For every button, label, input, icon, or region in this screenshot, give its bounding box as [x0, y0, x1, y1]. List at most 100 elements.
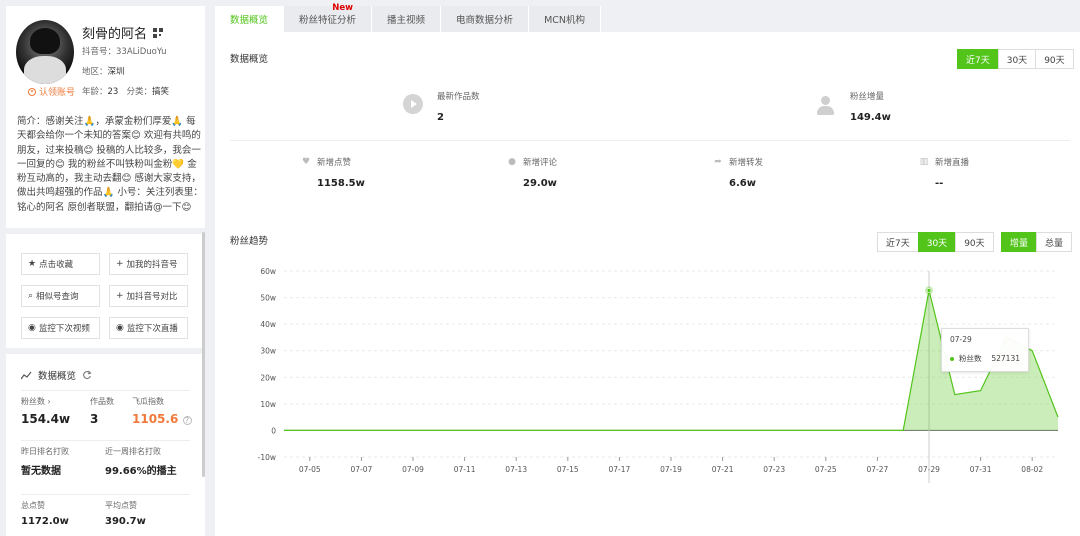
week-rank-value: 99.66%的播主 — [105, 466, 177, 477]
new-live-metric: ▥ 新增直播 -- — [919, 156, 969, 189]
profile-card: 认领账号 刻骨的阿名 抖音号：33ALiDuoYu 地区：深圳 年龄：23 分类… — [6, 6, 205, 106]
favorite-button[interactable]: ★ 点击收藏 — [21, 253, 100, 275]
new-shares-metric: ➦ 新增转发 6.6w — [713, 156, 763, 189]
y-tick-label: 60w — [260, 267, 276, 276]
new-shares-value: 6.6w — [729, 178, 756, 189]
range-90d-button[interactable]: 90天 — [1035, 49, 1074, 69]
fans-trend-chart[interactable]: -10w 0 10w 20w 30w 40w 50w 60w 07-05 07-07 07-09 07… — [215, 258, 1080, 508]
fans-count-value: 154.4w — [21, 412, 71, 426]
verified-label: 认领账号 — [39, 88, 76, 98]
x-tick-label: 07-19 — [660, 465, 682, 474]
series-dot — [950, 356, 954, 361]
new-live-label: 新增直播 — [935, 158, 970, 168]
share-icon: ➦ — [714, 157, 722, 167]
total-button[interactable]: 总量 — [1036, 232, 1073, 252]
trend-range-30d-button[interactable]: 30天 — [917, 232, 957, 252]
total-likes-label: 总点赞 — [21, 501, 45, 510]
overview-range-selector: 近7天 30天 90天 — [957, 49, 1074, 69]
x-tick-label: 07-17 — [609, 465, 631, 474]
star-icon: ★ — [28, 259, 37, 269]
y-tick-label: 0 — [271, 426, 276, 435]
help-icon[interactable]: ? — [182, 416, 192, 425]
sidebar-scrollbar[interactable] — [202, 232, 205, 477]
works-count: 作品数 3 — [90, 396, 114, 426]
total-likes: 总点赞 1172.0w — [21, 500, 69, 527]
add-compare-button[interactable]: + 加抖音号对比 — [109, 285, 188, 307]
tab-label: 播主视频 — [387, 15, 426, 26]
plus-icon: + — [116, 259, 124, 269]
verified-badge[interactable]: 认领账号 — [28, 85, 75, 98]
x-tick-label: 08-02 — [1021, 465, 1043, 474]
increment-button[interactable]: 增量 — [1001, 232, 1038, 252]
avg-likes-label: 平均点赞 — [105, 501, 137, 510]
tab-label: 粉丝特征分析 — [299, 15, 357, 26]
tab-label: MCN机构 — [544, 15, 585, 26]
tab-videos[interactable]: 播主视频 — [372, 6, 442, 32]
fans-count-label: 粉丝数 › — [21, 397, 51, 406]
user-heart-icon — [815, 95, 837, 117]
add-my-account-label: 加我的抖音号 — [126, 260, 178, 270]
tooltip-series: 粉丝数 — [959, 354, 982, 363]
yesterday-rank-value: 暂无数据 — [21, 466, 61, 477]
sidebar-overview-header: 数据概览 — [21, 368, 92, 382]
separator — [21, 440, 190, 441]
refresh-icon[interactable] — [82, 370, 92, 380]
tab-fan-analysis[interactable]: 粉丝特征分析 New — [284, 3, 373, 32]
monitor-live-button[interactable]: ◉ 监控下次直播 — [109, 317, 188, 339]
similar-search-button[interactable]: ⌕ 相似号查询 — [21, 285, 100, 307]
new-comments-label: 新增评论 — [523, 158, 558, 168]
y-tick-label: 50w — [260, 294, 276, 303]
avatar[interactable] — [16, 20, 74, 84]
trend-range-7d-button[interactable]: 近7天 — [877, 232, 919, 252]
monitor-video-button[interactable]: ◉ 监控下次视频 — [21, 317, 100, 339]
monitor-live-label: 监控下次直播 — [126, 324, 178, 334]
new-likes-metric: ♥ 新增点赞 1158.5w — [301, 156, 365, 189]
monitor-video-label: 监控下次视频 — [38, 324, 90, 334]
new-comments-metric: ● 新增评论 29.0w — [507, 156, 557, 189]
eye-icon: ◉ — [116, 323, 124, 333]
tooltip-value: 527131 — [991, 354, 1020, 363]
tab-ecommerce[interactable]: 电商数据分析 — [441, 6, 530, 32]
chart-tooltip: 07-29 粉丝数 527131 — [941, 328, 1029, 372]
trend-range-90d-button[interactable]: 90天 — [955, 232, 994, 252]
separator — [230, 140, 1070, 141]
comment-icon: ● — [508, 157, 516, 167]
x-tick-label: 07-23 — [763, 465, 785, 474]
play-icon — [403, 94, 423, 114]
feigua-index: 飞瓜指数 1105.6 ? — [132, 396, 192, 426]
x-tick-label: 07-07 — [351, 465, 373, 474]
feigua-index-number: 1105.6 — [132, 412, 179, 426]
action-buttons: ★ 点击收藏 + 加我的抖音号 ⌕ 相似号查询 + 加抖音号对比 ◉ 监控下次视频 ◉ 监控… — [21, 253, 191, 339]
sidebar-divider — [6, 228, 205, 234]
account-bio: 简介：感谢关注🙏，承蒙金粉们厚爱🙏 每天都会给你一个未知的答案😊 欢迎有共鸣的朋… — [17, 116, 203, 213]
tab-data-overview[interactable]: 数据概览 — [215, 6, 285, 32]
week-rank: 近一周排名打败 99.66%的播主 — [105, 446, 177, 477]
avg-likes-value: 390.7w — [105, 516, 146, 527]
tooltip-date: 07-29 — [950, 335, 972, 344]
yesterday-rank: 昨日排名打败 暂无数据 — [21, 446, 69, 477]
trend-mode-selector: 增量 总量 — [1001, 232, 1073, 252]
range-30d-button[interactable]: 30天 — [997, 49, 1037, 69]
account-name: 刻骨的阿名 — [82, 23, 164, 42]
y-tick-label: -10w — [258, 453, 276, 462]
y-tick-label: 40w — [260, 320, 276, 329]
region-label: 地区： — [82, 67, 108, 77]
chart-icon — [21, 371, 32, 379]
fans-count[interactable]: 粉丝数 › 154.4w — [21, 396, 70, 426]
y-tick-label: 20w — [260, 373, 276, 382]
add-my-account-button[interactable]: + 加我的抖音号 — [109, 253, 188, 275]
latest-works-value: 2 — [437, 112, 444, 123]
eye-icon: ◉ — [28, 323, 36, 333]
new-shares-label: 新增转发 — [729, 158, 764, 168]
sidebar: 认领账号 刻骨的阿名 抖音号：33ALiDuoYu 地区：深圳 年龄：23 分类… — [6, 6, 205, 536]
range-7d-button[interactable]: 近7天 — [957, 49, 999, 69]
yesterday-rank-label: 昨日排名打败 — [21, 447, 69, 456]
x-tick-label: 07-11 — [454, 465, 476, 474]
new-likes-label: 新增点赞 — [317, 158, 352, 168]
category-label: 分类： — [126, 87, 152, 97]
tab-label: 数据概览 — [230, 15, 269, 26]
qr-code-icon[interactable] — [153, 27, 164, 38]
works-count-label: 作品数 — [90, 397, 114, 406]
fans-growth-value: 149.4w — [850, 112, 891, 123]
tab-mcn[interactable]: MCN机构 — [529, 6, 601, 32]
